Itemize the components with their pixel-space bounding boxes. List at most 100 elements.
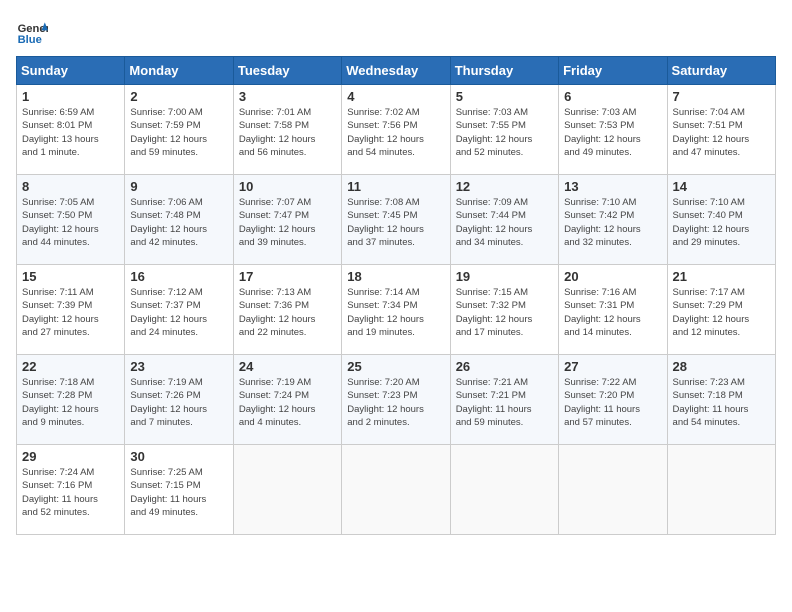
calendar-cell: 1Sunrise: 6:59 AM Sunset: 8:01 PM Daylig… xyxy=(17,85,125,175)
weekday-header-wednesday: Wednesday xyxy=(342,57,450,85)
calendar-cell: 19 Sunrise: 7:15 AM Sunset: 7:32 PM Dayli… xyxy=(450,265,558,355)
day-number: 22 xyxy=(22,359,119,374)
day-number: 5 xyxy=(456,89,553,104)
calendar-week-row: 15 Sunrise: 7:11 AM Sunset: 7:39 PM Dayli… xyxy=(17,265,776,355)
calendar-cell: 10 Sunrise: 7:07 AM Sunset: 7:47 PM Dayli… xyxy=(233,175,341,265)
day-number: 15 xyxy=(22,269,119,284)
day-number: 10 xyxy=(239,179,336,194)
weekday-header-row: SundayMondayTuesdayWednesdayThursdayFrid… xyxy=(17,57,776,85)
calendar-cell xyxy=(342,445,450,535)
day-number: 25 xyxy=(347,359,444,374)
calendar-cell: 17 Sunrise: 7:13 AM Sunset: 7:36 PM Dayli… xyxy=(233,265,341,355)
day-number: 7 xyxy=(673,89,770,104)
day-number: 4 xyxy=(347,89,444,104)
day-info: Sunrise: 7:01 AM Sunset: 7:58 PM Dayligh… xyxy=(239,106,336,159)
day-number: 9 xyxy=(130,179,227,194)
day-info: Sunrise: 7:15 AM Sunset: 7:32 PM Dayligh… xyxy=(456,286,553,339)
day-info: Sunrise: 7:16 AM Sunset: 7:31 PM Dayligh… xyxy=(564,286,661,339)
day-number: 14 xyxy=(673,179,770,194)
day-info: Sunrise: 7:06 AM Sunset: 7:48 PM Dayligh… xyxy=(130,196,227,249)
calendar-cell: 8 Sunrise: 7:05 AM Sunset: 7:50 PM Daylig… xyxy=(17,175,125,265)
day-info: Sunrise: 7:10 AM Sunset: 7:40 PM Dayligh… xyxy=(673,196,770,249)
day-info: Sunrise: 7:19 AM Sunset: 7:24 PM Dayligh… xyxy=(239,376,336,429)
day-info: Sunrise: 7:08 AM Sunset: 7:45 PM Dayligh… xyxy=(347,196,444,249)
logo-icon: General Blue xyxy=(16,16,48,48)
calendar-cell xyxy=(667,445,775,535)
day-number: 23 xyxy=(130,359,227,374)
calendar-cell: 30 Sunrise: 7:25 AM Sunset: 7:15 PM Dayli… xyxy=(125,445,233,535)
page-header: General Blue xyxy=(16,16,776,48)
weekday-header-thursday: Thursday xyxy=(450,57,558,85)
day-info: Sunrise: 7:13 AM Sunset: 7:36 PM Dayligh… xyxy=(239,286,336,339)
calendar-cell: 28Sunrise: 7:23 AM Sunset: 7:18 PM Dayli… xyxy=(667,355,775,445)
day-info: Sunrise: 7:04 AM Sunset: 7:51 PM Dayligh… xyxy=(673,106,770,159)
day-number: 8 xyxy=(22,179,119,194)
day-number: 18 xyxy=(347,269,444,284)
day-info: Sunrise: 7:18 AM Sunset: 7:28 PM Dayligh… xyxy=(22,376,119,429)
calendar-cell: 24Sunrise: 7:19 AM Sunset: 7:24 PM Dayli… xyxy=(233,355,341,445)
calendar-cell: 18 Sunrise: 7:14 AM Sunset: 7:34 PM Dayli… xyxy=(342,265,450,355)
calendar-cell: 11 Sunrise: 7:08 AM Sunset: 7:45 PM Dayli… xyxy=(342,175,450,265)
day-number: 12 xyxy=(456,179,553,194)
calendar-cell: 25 Sunrise: 7:20 AM Sunset: 7:23 PM Dayli… xyxy=(342,355,450,445)
weekday-header-saturday: Saturday xyxy=(667,57,775,85)
calendar-cell: 14 Sunrise: 7:10 AM Sunset: 7:40 PM Dayli… xyxy=(667,175,775,265)
day-info: Sunrise: 7:24 AM Sunset: 7:16 PM Dayligh… xyxy=(22,466,119,519)
calendar-cell: 2Sunrise: 7:00 AM Sunset: 7:59 PM Daylig… xyxy=(125,85,233,175)
weekday-header-sunday: Sunday xyxy=(17,57,125,85)
calendar-week-row: 8 Sunrise: 7:05 AM Sunset: 7:50 PM Daylig… xyxy=(17,175,776,265)
day-info: Sunrise: 7:17 AM Sunset: 7:29 PM Dayligh… xyxy=(673,286,770,339)
day-info: Sunrise: 7:12 AM Sunset: 7:37 PM Dayligh… xyxy=(130,286,227,339)
day-info: Sunrise: 7:05 AM Sunset: 7:50 PM Dayligh… xyxy=(22,196,119,249)
day-number: 1 xyxy=(22,89,119,104)
calendar-cell: 13 Sunrise: 7:10 AM Sunset: 7:42 PM Dayli… xyxy=(559,175,667,265)
day-number: 28 xyxy=(673,359,770,374)
day-info: Sunrise: 7:03 AM Sunset: 7:55 PM Dayligh… xyxy=(456,106,553,159)
calendar-cell: 3 Sunrise: 7:01 AM Sunset: 7:58 PM Daylig… xyxy=(233,85,341,175)
weekday-header-monday: Monday xyxy=(125,57,233,85)
calendar-week-row: 22 Sunrise: 7:18 AM Sunset: 7:28 PM Dayli… xyxy=(17,355,776,445)
day-info: Sunrise: 7:02 AM Sunset: 7:56 PM Dayligh… xyxy=(347,106,444,159)
logo: General Blue xyxy=(16,16,48,48)
day-number: 21 xyxy=(673,269,770,284)
day-info: Sunrise: 7:19 AM Sunset: 7:26 PM Dayligh… xyxy=(130,376,227,429)
day-info: Sunrise: 7:09 AM Sunset: 7:44 PM Dayligh… xyxy=(456,196,553,249)
day-number: 27 xyxy=(564,359,661,374)
calendar-week-row: 29 Sunrise: 7:24 AM Sunset: 7:16 PM Dayli… xyxy=(17,445,776,535)
calendar-cell: 6Sunrise: 7:03 AM Sunset: 7:53 PM Daylig… xyxy=(559,85,667,175)
svg-text:Blue: Blue xyxy=(18,34,42,46)
weekday-header-tuesday: Tuesday xyxy=(233,57,341,85)
calendar-cell: 27Sunrise: 7:22 AM Sunset: 7:20 PM Dayli… xyxy=(559,355,667,445)
day-info: Sunrise: 7:07 AM Sunset: 7:47 PM Dayligh… xyxy=(239,196,336,249)
calendar-cell xyxy=(559,445,667,535)
calendar-cell: 16 Sunrise: 7:12 AM Sunset: 7:37 PM Dayli… xyxy=(125,265,233,355)
day-info: Sunrise: 7:14 AM Sunset: 7:34 PM Dayligh… xyxy=(347,286,444,339)
day-info: Sunrise: 7:11 AM Sunset: 7:39 PM Dayligh… xyxy=(22,286,119,339)
day-number: 17 xyxy=(239,269,336,284)
day-info: Sunrise: 7:10 AM Sunset: 7:42 PM Dayligh… xyxy=(564,196,661,249)
calendar-cell xyxy=(450,445,558,535)
day-number: 3 xyxy=(239,89,336,104)
calendar-week-row: 1Sunrise: 6:59 AM Sunset: 8:01 PM Daylig… xyxy=(17,85,776,175)
day-number: 6 xyxy=(564,89,661,104)
day-number: 26 xyxy=(456,359,553,374)
day-number: 2 xyxy=(130,89,227,104)
calendar-cell: 26Sunrise: 7:21 AM Sunset: 7:21 PM Dayli… xyxy=(450,355,558,445)
calendar-cell: 15 Sunrise: 7:11 AM Sunset: 7:39 PM Dayli… xyxy=(17,265,125,355)
day-number: 11 xyxy=(347,179,444,194)
calendar-cell: 7 Sunrise: 7:04 AM Sunset: 7:51 PM Daylig… xyxy=(667,85,775,175)
day-number: 20 xyxy=(564,269,661,284)
day-number: 13 xyxy=(564,179,661,194)
calendar-cell: 22 Sunrise: 7:18 AM Sunset: 7:28 PM Dayli… xyxy=(17,355,125,445)
calendar-cell: 5 Sunrise: 7:03 AM Sunset: 7:55 PM Daylig… xyxy=(450,85,558,175)
day-number: 16 xyxy=(130,269,227,284)
calendar-cell: 4 Sunrise: 7:02 AM Sunset: 7:56 PM Daylig… xyxy=(342,85,450,175)
calendar-cell: 21 Sunrise: 7:17 AM Sunset: 7:29 PM Dayli… xyxy=(667,265,775,355)
calendar-cell: 29 Sunrise: 7:24 AM Sunset: 7:16 PM Dayli… xyxy=(17,445,125,535)
day-number: 29 xyxy=(22,449,119,464)
day-info: Sunrise: 7:25 AM Sunset: 7:15 PM Dayligh… xyxy=(130,466,227,519)
calendar-cell: 12 Sunrise: 7:09 AM Sunset: 7:44 PM Dayli… xyxy=(450,175,558,265)
day-info: Sunrise: 7:20 AM Sunset: 7:23 PM Dayligh… xyxy=(347,376,444,429)
day-number: 19 xyxy=(456,269,553,284)
day-number: 30 xyxy=(130,449,227,464)
